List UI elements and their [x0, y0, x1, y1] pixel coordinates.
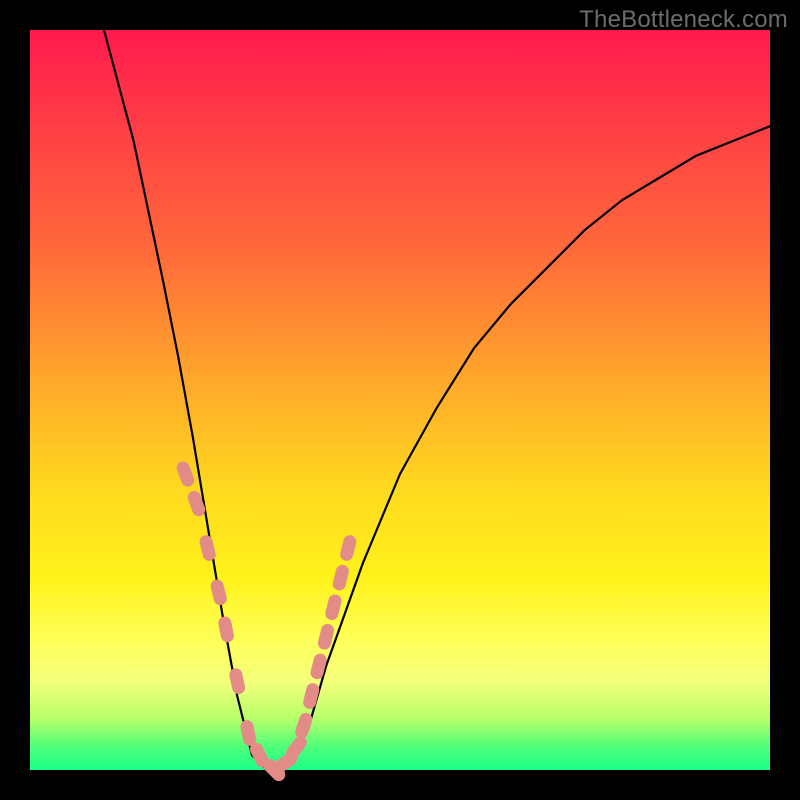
- marker-point: [209, 578, 228, 606]
- marker-point: [324, 593, 343, 621]
- marker-point: [228, 667, 246, 695]
- marker-point: [331, 563, 350, 591]
- bottleneck-curve: [104, 30, 770, 770]
- plot-area: [30, 30, 770, 770]
- marker-point: [294, 711, 315, 740]
- marker-point: [175, 460, 196, 489]
- marker-point: [309, 652, 328, 680]
- marker-point: [302, 682, 321, 710]
- marker-point: [239, 719, 257, 747]
- marker-point: [339, 534, 358, 562]
- marker-point: [198, 534, 217, 562]
- curve-svg: [30, 30, 770, 770]
- highlighted-points: [175, 460, 358, 784]
- marker-point: [217, 615, 235, 643]
- chart-frame: TheBottleneck.com: [0, 0, 800, 800]
